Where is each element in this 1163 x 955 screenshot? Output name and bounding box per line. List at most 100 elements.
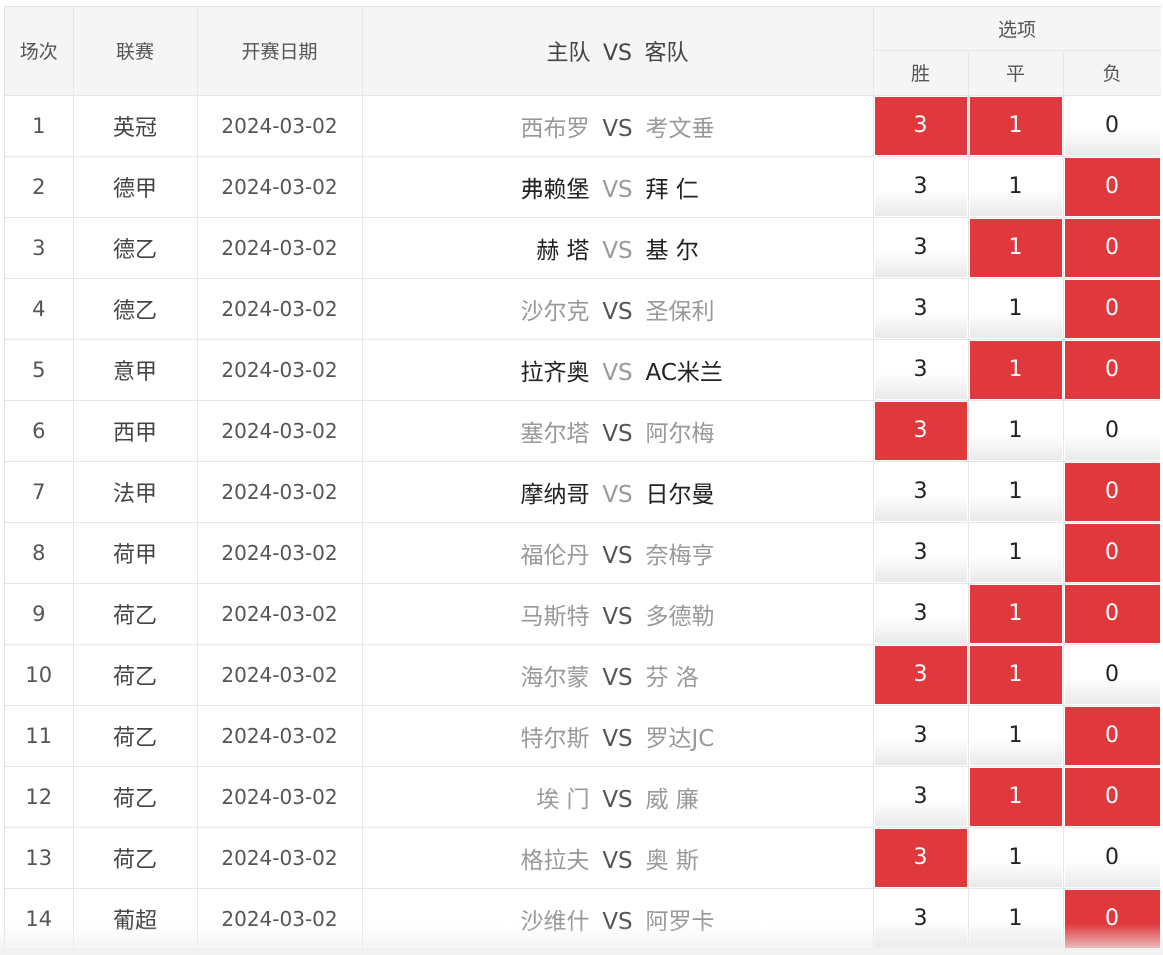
row-index: 7 [5,461,74,523]
row-league: 德甲 [73,156,198,218]
option-win-button[interactable]: 3 [874,523,967,582]
option-win-cell: 3 [873,461,969,523]
match-table-container: 场次 联赛 开赛日期 主队 VS 客队 选项 胜 平 负 1 英冠 2024-03-… [4,6,1161,951]
vs-label: VS [602,481,633,508]
option-lose-button[interactable]: 0 [1064,340,1160,399]
row-teams: 赫 塔 VS 基 尔 [362,217,874,279]
home-team: 弗赖堡 [520,176,590,203]
option-draw-button[interactable]: 1 [969,279,1062,338]
table-row: 11 荷乙 2024-03-02 特尔斯 VS 罗达JC 3 1 0 [5,705,1161,767]
option-lose-cell: 0 [1063,705,1161,767]
option-lose-cell: 0 [1063,217,1161,279]
header-draw: 平 [968,50,1064,96]
option-win-button[interactable]: 3 [874,401,967,460]
option-draw-cell: 1 [968,766,1064,828]
home-team: 马斯特 [520,603,590,630]
option-lose-button[interactable]: 0 [1064,279,1160,338]
option-draw-button[interactable]: 1 [969,889,1062,948]
option-draw-button[interactable]: 1 [969,828,1062,887]
option-draw-cell: 1 [968,217,1064,279]
table-row: 13 荷乙 2024-03-02 格拉夫 VS 奥 斯 310 [5,827,1161,889]
option-draw-button[interactable]: 1 [969,462,1062,521]
vs-label: VS [602,176,633,203]
home-team: 摩纳哥 [520,481,590,508]
away-team: 罗达JC [645,725,715,752]
option-win-button[interactable]: 3 [874,96,967,155]
row-index: 9 [5,583,74,645]
option-lose-button[interactable]: 0 [1064,828,1160,887]
home-team: 福伦丹 [520,542,590,569]
option-win-button[interactable]: 3 [874,157,967,216]
away-team: 奈梅亨 [645,542,715,569]
option-lose-button[interactable]: 0 [1064,767,1160,826]
row-date: 2024-03-02 [197,339,363,401]
row-date: 2024-03-02 [197,583,363,645]
option-lose-button[interactable]: 0 [1064,584,1160,643]
option-lose-button[interactable]: 0 [1064,462,1160,521]
option-draw-button[interactable]: 1 [969,645,1062,704]
option-win-button[interactable]: 3 [874,462,967,521]
vs-label: VS [602,664,633,691]
match-table: 场次 联赛 开赛日期 主队 VS 客队 选项 胜 平 负 1 英冠 2024-03-… [5,7,1161,950]
option-draw-cell: 1 [968,95,1064,157]
home-team: 格拉夫 [520,847,590,874]
option-lose-button[interactable]: 0 [1064,218,1160,277]
option-win-cell: 3 [873,156,969,218]
away-team: 日尔曼 [645,481,715,508]
option-draw-button[interactable]: 1 [969,401,1062,460]
option-draw-cell: 1 [968,644,1064,706]
option-win-button[interactable]: 3 [874,828,967,887]
row-league: 英冠 [73,95,198,157]
row-teams: 西布罗 VS 考文垂 [362,95,874,157]
option-draw-button[interactable]: 1 [969,523,1062,582]
option-lose-button[interactable]: 0 [1064,401,1160,460]
option-lose-button[interactable]: 0 [1064,523,1160,582]
home-team: 埃 门 [536,786,590,813]
row-teams: 沙维什 VS 阿罗卡 [362,888,874,950]
option-win-button[interactable]: 3 [874,706,967,765]
option-draw-button[interactable]: 1 [969,584,1062,643]
option-lose-button[interactable]: 0 [1064,889,1160,948]
option-win-button[interactable]: 3 [874,340,967,399]
option-draw-button[interactable]: 1 [969,157,1062,216]
row-league: 荷乙 [73,583,198,645]
option-lose-cell: 0 [1063,888,1161,950]
match-rows: 1 英冠 2024-03-02 西布罗 VS 考文垂 3 1 0 2 德甲 2024-03-02 弗赖堡… [5,95,1161,950]
header-win: 胜 [873,50,969,96]
option-win-button[interactable]: 3 [874,584,967,643]
option-lose-button[interactable]: 0 [1064,706,1160,765]
vs-label: VS [602,420,633,447]
row-league: 意甲 [73,339,198,401]
option-draw-button[interactable]: 1 [969,96,1062,155]
option-win-button[interactable]: 3 [874,767,967,826]
vs-label: VS [602,786,633,813]
row-league: 荷乙 [73,827,198,889]
option-draw-button[interactable]: 1 [969,706,1062,765]
option-win-button[interactable]: 3 [874,889,967,948]
table-row: 7 法甲 2024-03-02 摩纳哥 VS 日尔曼 3 1 0 [5,461,1161,523]
away-team: 阿尔梅 [645,420,715,447]
option-draw-button[interactable]: 1 [969,767,1062,826]
table-row: 8 荷甲 2024-03-02 福伦丹 VS 奈梅亨 3 1 0 [5,522,1161,584]
option-draw-cell: 1 [968,827,1064,889]
option-lose-button[interactable]: 0 [1064,645,1160,704]
header-options: 选项 [873,7,1161,51]
row-index: 5 [5,339,74,401]
option-win-button[interactable]: 3 [874,218,967,277]
option-win-cell: 3 [873,522,969,584]
option-draw-button[interactable]: 1 [969,218,1062,277]
vs-label: VS [602,542,633,569]
option-win-button[interactable]: 3 [874,645,967,704]
row-date: 2024-03-02 [197,156,363,218]
row-index: 13 [5,827,74,889]
option-draw-cell: 1 [968,888,1064,950]
row-teams: 格拉夫 VS 奥 斯 [362,827,874,889]
option-draw-cell: 1 [968,705,1064,767]
row-date: 2024-03-02 [197,217,363,279]
row-league: 西甲 [73,400,198,462]
option-lose-button[interactable]: 0 [1064,157,1160,216]
option-draw-button[interactable]: 1 [969,340,1062,399]
home-team: 塞尔塔 [520,420,590,447]
option-lose-button[interactable]: 0 [1064,96,1160,155]
option-win-button[interactable]: 3 [874,279,967,338]
